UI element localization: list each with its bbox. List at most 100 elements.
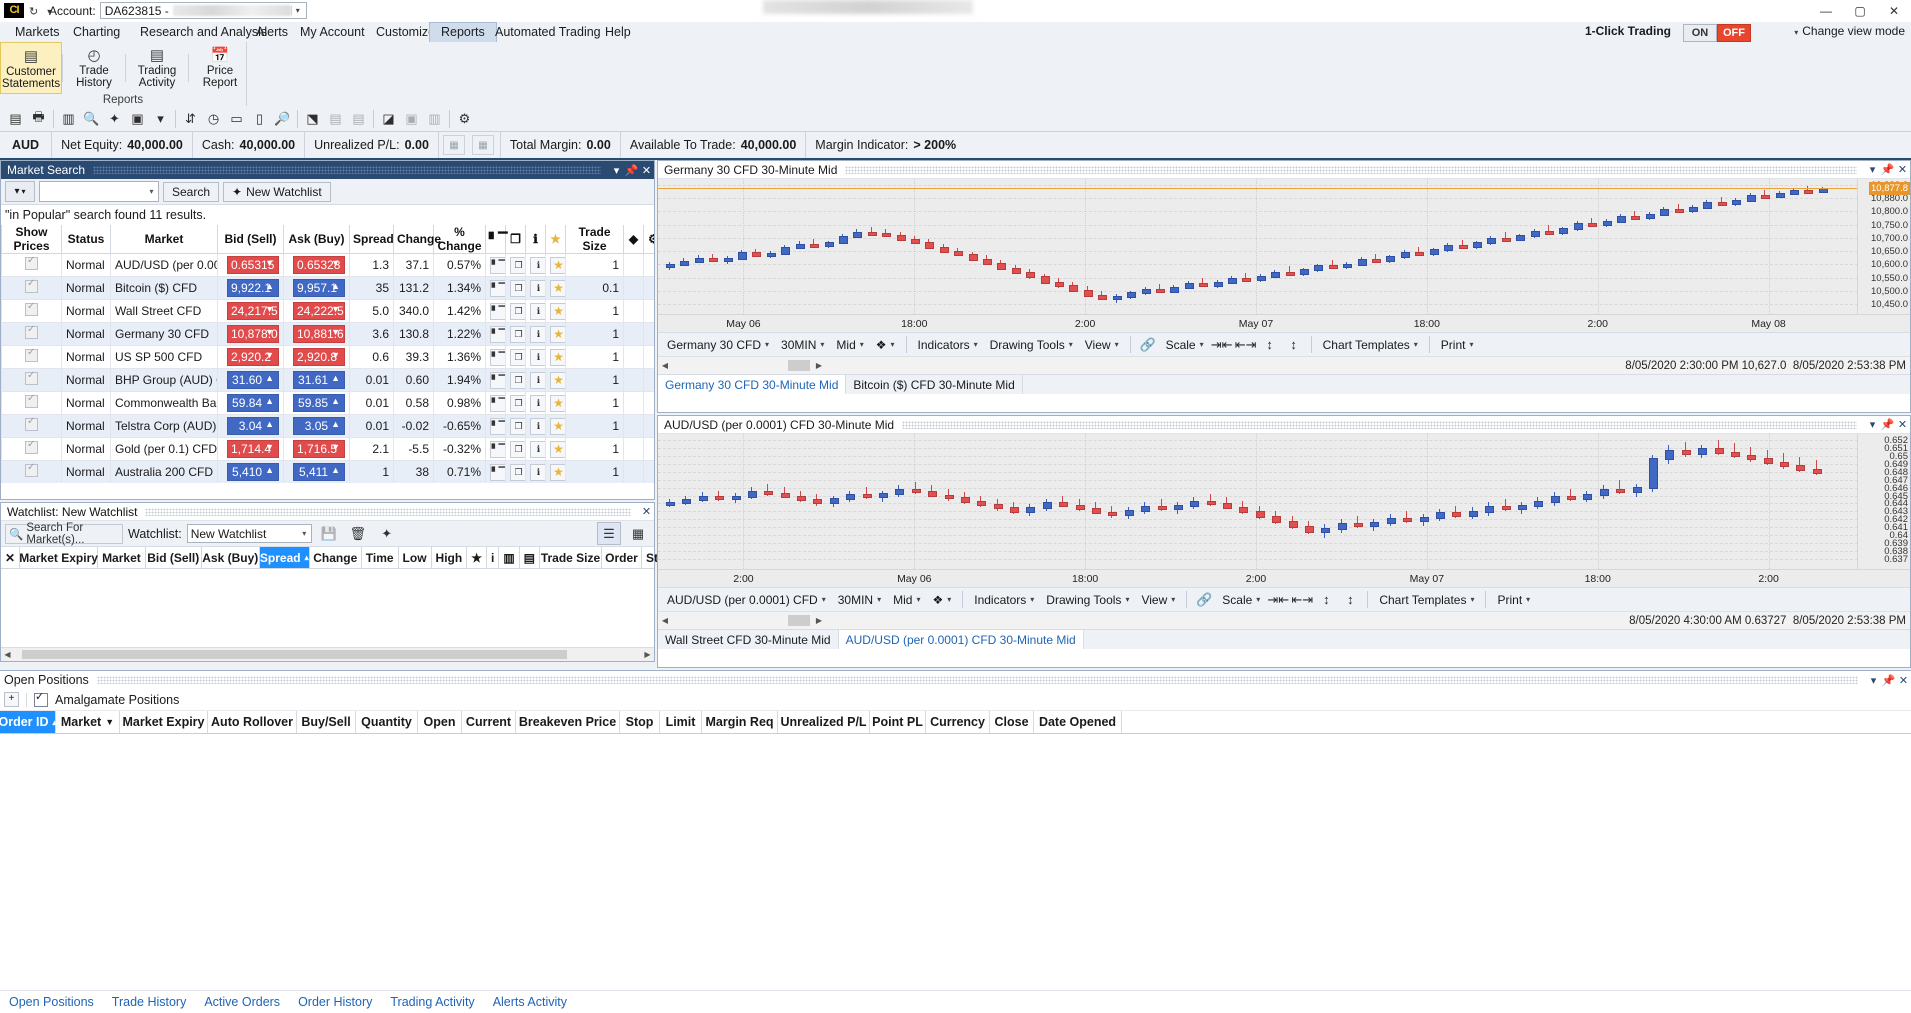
info-icon[interactable]: ℹ bbox=[530, 394, 545, 412]
show-prices-cell[interactable] bbox=[1, 299, 62, 323]
delete-watchlist-button[interactable]: 🗑 bbox=[346, 522, 370, 545]
copy-action-cell[interactable]: ❐ bbox=[505, 368, 526, 392]
copy-icon[interactable]: ❐ bbox=[510, 325, 525, 343]
one-click-on-button[interactable]: ON bbox=[1683, 24, 1717, 42]
info-icon[interactable]: ℹ bbox=[530, 440, 545, 458]
open-positions-menu-caret-icon[interactable]: ▾ bbox=[1866, 674, 1881, 687]
show-prices-cell[interactable] bbox=[1, 345, 62, 369]
copy-icon[interactable]: ❐ bbox=[510, 394, 525, 412]
chart-scroll-thumb[interactable] bbox=[788, 360, 810, 371]
table-row[interactable]: NormalTelstra Corp (AUD) CFD▲3.04▲3.050.… bbox=[1, 414, 654, 438]
star-icon[interactable]: ★ bbox=[550, 256, 565, 274]
show-prices-checkbox[interactable] bbox=[25, 439, 38, 454]
copy-icon[interactable]: ❐ bbox=[510, 256, 525, 274]
copy-action-cell[interactable]: ❐ bbox=[505, 460, 526, 483]
dropdown-caret-icon[interactable]: ▾ bbox=[149, 108, 172, 130]
account-icon[interactable]: ▯ bbox=[248, 108, 271, 130]
positions-col-unrealized-p-l[interactable]: Unrealized P/L bbox=[778, 711, 870, 733]
close-all-orders-icon[interactable]: ▦ bbox=[471, 135, 494, 155]
bid-cell[interactable]: ▲ 5,410 bbox=[217, 460, 284, 483]
ask-cell[interactable]: ▼ 10,881.6 bbox=[283, 322, 350, 346]
table-row[interactable]: NormalCommonwealth Bank of...▲59.84▲59.8… bbox=[1, 391, 654, 415]
chart-action-cell[interactable]: ▘▔ bbox=[485, 299, 506, 323]
ask-price[interactable]: ▲ 59.85 bbox=[293, 394, 345, 412]
market-col-info-icon[interactable]: ℹ bbox=[525, 225, 546, 254]
open-positions-pin-icon[interactable]: 📌 bbox=[1881, 674, 1896, 687]
show-prices-checkbox[interactable] bbox=[25, 278, 38, 293]
chart-tab[interactable]: AUD/USD (per 0.0001) CFD 30-Minute Mid bbox=[838, 630, 1084, 649]
watchlist-col--[interactable]: ★ bbox=[467, 547, 487, 568]
watchlist-search-input[interactable]: 🔍 Search For Market(s)... bbox=[5, 522, 123, 546]
copy-action-cell[interactable]: ❐ bbox=[505, 414, 526, 438]
account-field[interactable]: DA623815 - ▾ bbox=[99, 2, 307, 19]
menu-item-help[interactable]: Help bbox=[594, 22, 642, 42]
ask-cell[interactable]: ▼ 0.65328 bbox=[283, 253, 350, 277]
chart-top-style-select[interactable]: ❖ ▾ bbox=[871, 335, 900, 355]
favorite-action-cell[interactable]: ★ bbox=[545, 345, 566, 369]
table-row[interactable]: Normal US SP 500 CFD ▼2,920.2 ▼2,920.8 0.6 39… bbox=[1, 345, 654, 369]
chart-top-pricetype-select[interactable]: Mid ▾ bbox=[831, 335, 868, 355]
bid-cell[interactable]: ▲ 59.84 bbox=[217, 391, 284, 415]
chart-icon[interactable]: ▘▔ bbox=[490, 325, 505, 343]
bid-price[interactable]: ▼ 24,217.5 bbox=[227, 302, 279, 320]
show-prices-checkbox[interactable] bbox=[25, 393, 38, 408]
positions-col-margin-req[interactable]: Margin Req bbox=[702, 711, 778, 733]
chart-top-pin-icon[interactable]: 📌 bbox=[1880, 163, 1895, 176]
chart-bottom-indicators-menu[interactable]: Indicators ▾ bbox=[969, 590, 1039, 610]
chart-top-drag-grip[interactable] bbox=[845, 165, 1857, 174]
market-search-icon[interactable]: 🔎 bbox=[271, 108, 294, 130]
info-icon[interactable]: ℹ bbox=[530, 371, 545, 389]
bid-price[interactable]: ▲ 59.84 bbox=[227, 394, 279, 412]
chart-bottom-plot[interactable]: 0.652 0.651 0.65 0.649 0.648 0.647 0.646 0.645 0… bbox=[658, 434, 1910, 569]
trade-size-cell[interactable]: 1 bbox=[565, 368, 624, 392]
ribbon-button-price-report[interactable]: 📅 Price Report bbox=[189, 42, 251, 94]
info-icon[interactable]: ℹ bbox=[530, 463, 545, 481]
positions-col-point-pl[interactable]: Point PL bbox=[870, 711, 926, 733]
favorite-action-cell[interactable]: ★ bbox=[545, 368, 566, 392]
copy-icon[interactable]: ❐ bbox=[510, 417, 525, 435]
favorite-action-cell[interactable]: ★ bbox=[545, 322, 566, 346]
copy-action-cell[interactable]: ❐ bbox=[505, 299, 526, 323]
chart-top-interval-select[interactable]: 30MIN ▾ bbox=[776, 335, 829, 355]
chart-bottom-scrollbar[interactable]: ◀ ▶ 8/05/2020 4:30:00 AM 0.63727 8/05/20… bbox=[658, 611, 1910, 629]
chart-icon[interactable]: ▘▔ bbox=[490, 440, 505, 458]
bottom-tab-active-orders[interactable]: Active Orders bbox=[195, 995, 289, 1009]
copy-icon[interactable]: ❐ bbox=[510, 348, 525, 366]
ask-price[interactable]: ▼ 2,920.8 bbox=[293, 348, 345, 366]
chart-action-cell[interactable]: ▘▔ bbox=[485, 368, 506, 392]
bid-price[interactable]: ▲ 3.04 bbox=[227, 417, 279, 435]
positions-col-breakeven-price[interactable]: Breakeven Price bbox=[516, 711, 620, 733]
star-icon[interactable]: ★ bbox=[550, 325, 565, 343]
show-prices-checkbox[interactable] bbox=[25, 301, 38, 316]
filter-button[interactable]: ▾ ▾ bbox=[5, 181, 35, 202]
bid-cell[interactable]: ▼ 10,878.0 bbox=[217, 322, 284, 346]
chart-top-menu-caret-icon[interactable]: ▾ bbox=[1865, 163, 1880, 176]
chart-tab[interactable]: Wall Street CFD 30-Minute Mid bbox=[658, 630, 839, 649]
save-layout-icon[interactable]: ▤ bbox=[4, 108, 27, 130]
chart-action-cell[interactable]: ▘▔ bbox=[485, 414, 506, 438]
filter-icon[interactable]: ▼ bbox=[105, 717, 114, 727]
chart-icon[interactable]: ▘▔ bbox=[490, 279, 505, 297]
star-icon[interactable]: ★ bbox=[550, 302, 565, 320]
watchlist-col--[interactable]: ▥ bbox=[499, 547, 520, 568]
favorite-action-cell[interactable]: ★ bbox=[545, 299, 566, 323]
favorite-action-cell[interactable]: ★ bbox=[545, 276, 566, 300]
watchlist-col-i[interactable]: i bbox=[487, 547, 500, 568]
positions-col-order-id[interactable]: Order ID ▴ bbox=[0, 711, 57, 733]
panel-drag-grip[interactable] bbox=[93, 166, 601, 174]
watchlist-col-high[interactable]: High bbox=[432, 547, 468, 568]
bid-price[interactable]: ▼ 10,878.0 bbox=[227, 325, 279, 343]
chart-scroll-right-icon[interactable]: ▶ bbox=[812, 616, 826, 625]
ask-cell[interactable]: ▲ 59.85 bbox=[283, 391, 350, 415]
info-action-cell[interactable]: ℹ bbox=[525, 276, 546, 300]
fit-height-icon[interactable]: ↕ bbox=[1259, 335, 1281, 355]
trade-size-cell[interactable]: 1 bbox=[565, 299, 624, 323]
chart-action-cell[interactable]: ▘▔ bbox=[485, 460, 506, 483]
watchlist-hscrollbar[interactable]: ◀ ▶ bbox=[1, 647, 654, 661]
show-prices-cell[interactable] bbox=[1, 437, 62, 461]
watchlist-drag-grip[interactable] bbox=[145, 507, 631, 516]
copy-action-cell[interactable]: ❐ bbox=[505, 253, 526, 277]
panel-close-icon[interactable]: ✕ bbox=[639, 164, 654, 177]
trade-size-cell[interactable]: 1 bbox=[565, 460, 624, 483]
market-col-chart-icon[interactable]: ▘▔ bbox=[485, 225, 507, 254]
